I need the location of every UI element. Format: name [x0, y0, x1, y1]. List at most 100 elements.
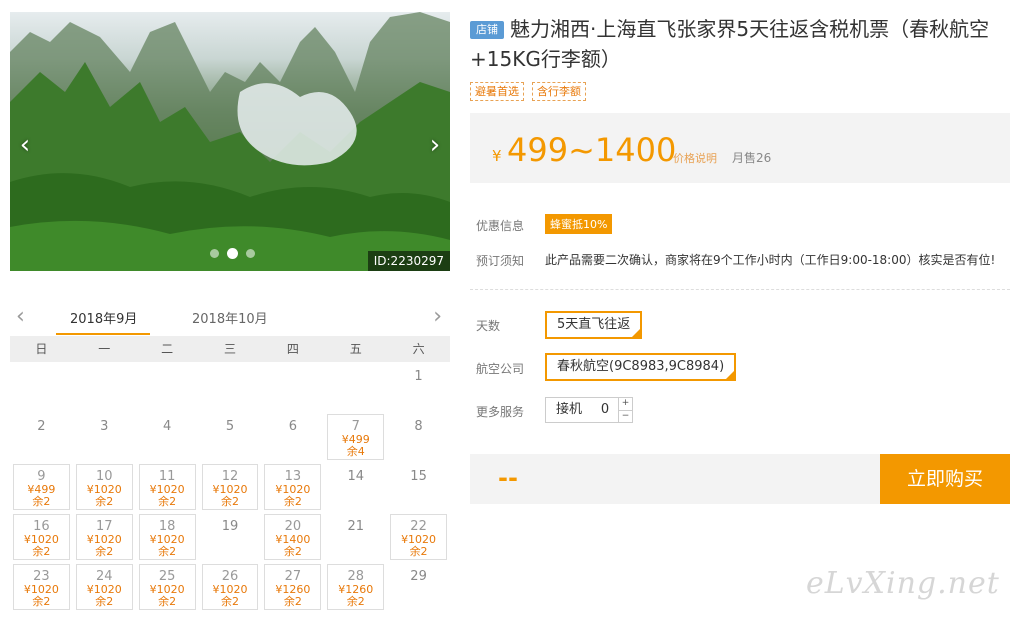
- calendar-empty-cell: [73, 362, 136, 412]
- calendar-day-available[interactable]: 22 ¥1020 余2: [390, 514, 447, 560]
- gallery-dot[interactable]: [210, 249, 219, 258]
- product-title: 店铺 魅力湘西·上海直飞张家界5天往返含税机票（春秋航空+15KG行李额）: [470, 14, 1006, 74]
- day-number: 2: [37, 419, 46, 434]
- gallery-dot-active[interactable]: [227, 248, 238, 259]
- day-remaining: 余2: [283, 495, 302, 508]
- calendar-day-available[interactable]: 17 ¥1020 余2: [75, 514, 133, 560]
- calendar-day-available[interactable]: 10 ¥1020 余2: [75, 464, 133, 510]
- weekday-label: 四: [286, 342, 299, 356]
- day-number: 14: [347, 469, 364, 484]
- day-remaining: 余2: [283, 595, 302, 608]
- day-number: 23: [33, 569, 50, 584]
- calendar-day: 14: [327, 464, 384, 510]
- day-remaining: 余2: [32, 545, 51, 558]
- price-box: ¥ 499~1400 价格说明 月售26: [470, 113, 1010, 183]
- calendar-day-available[interactable]: 18 ¥1020 余2: [138, 514, 196, 560]
- price-currency: ¥: [492, 147, 502, 165]
- buy-now-button[interactable]: 立即购买: [880, 454, 1010, 504]
- photo-gallery[interactable]: ‹ › ID:2230297: [10, 12, 450, 271]
- monthly-sales: 月售26: [732, 151, 772, 165]
- calendar-day-available[interactable]: 12 ¥1020 余2: [201, 464, 259, 510]
- day-number: 6: [288, 419, 297, 434]
- calendar-day: 19: [202, 514, 259, 560]
- product-tag: 含行李额: [532, 82, 586, 101]
- calendar-day-available[interactable]: 28 ¥1260 余2: [327, 564, 385, 610]
- price-note-link[interactable]: 价格说明: [673, 150, 717, 166]
- product-title-text: 魅力湘西·上海直飞张家界5天往返含税机票（春秋航空+15KG行李额）: [470, 17, 990, 71]
- calendar-day-available[interactable]: 27 ¥1260 余2: [264, 564, 322, 610]
- calendar-day: 4: [139, 414, 196, 460]
- weekday-label: 日: [35, 342, 48, 356]
- calendar-empty-cell: [324, 362, 387, 412]
- day-remaining: 余2: [158, 495, 177, 508]
- day-remaining: 余2: [346, 595, 365, 608]
- gallery-dots: [210, 248, 255, 259]
- calendar-day-available[interactable]: 23 ¥1020 余2: [13, 564, 70, 610]
- calendar-month-tab-active[interactable]: 2018年9月: [70, 308, 137, 327]
- calendar-empty-cell: [136, 362, 199, 412]
- day-number: 5: [225, 419, 235, 434]
- day-number: 10: [96, 469, 113, 484]
- calendar-prev-icon[interactable]: ‹: [16, 304, 25, 329]
- pickup-label: 接机: [556, 402, 583, 417]
- day-remaining: 余2: [158, 545, 177, 558]
- calendar-day: 8: [390, 414, 447, 460]
- day-number: 3: [100, 419, 109, 434]
- day-number: 8: [414, 419, 423, 434]
- day-remaining: 余2: [95, 545, 114, 558]
- calendar-day: 6: [264, 414, 321, 460]
- calendar-grid: 1 2 3 4 5 6 7 ¥499 余4 8 9 ¥499 余2 10 ¥1020 余2 11 ¥1020 余2 1…: [10, 362, 450, 616]
- day-remaining: 余2: [220, 595, 239, 608]
- day-number: 20: [284, 519, 302, 534]
- day-number: 9: [37, 469, 46, 484]
- day-remaining: 余4: [346, 445, 365, 458]
- price-range: 499~1400: [507, 131, 677, 169]
- days-label: 天数: [476, 319, 501, 333]
- gallery-dot[interactable]: [246, 249, 255, 258]
- calendar-day-available[interactable]: 26 ¥1020 余2: [201, 564, 259, 610]
- day-remaining: 余2: [158, 595, 177, 608]
- calendar-empty-cell: [199, 362, 262, 412]
- airline-option-selected[interactable]: 春秋航空(9C8983,9C8984): [545, 353, 737, 381]
- calendar-next-icon[interactable]: ›: [433, 304, 442, 329]
- promo-badge: 蜂蜜抵10%: [545, 214, 613, 234]
- calendar-day-available[interactable]: 24 ¥1020 余2: [75, 564, 133, 610]
- calendar-day-available[interactable]: 13 ¥1020 余2: [264, 464, 322, 510]
- calendar-day-available[interactable]: 7 ¥499 余4: [327, 414, 385, 460]
- day-remaining: 余2: [95, 495, 114, 508]
- calendar-day-available[interactable]: 16 ¥1020 余2: [13, 514, 70, 560]
- calendar-header: ‹ 2018年9月 2018年10月 ›: [10, 300, 450, 336]
- calendar-day: 29: [390, 564, 447, 610]
- day-number: 12: [221, 469, 239, 484]
- pickup-quantity[interactable]: 0: [592, 398, 618, 422]
- calendar-day-available[interactable]: 25 ¥1020 余2: [138, 564, 196, 610]
- calendar-day: 2: [13, 414, 70, 460]
- gallery-prev-button[interactable]: ‹: [14, 130, 36, 160]
- notice-label: 预订须知: [476, 254, 525, 268]
- day-number: 16: [33, 519, 50, 534]
- calendar-day: 3: [76, 414, 133, 460]
- calendar-day-available[interactable]: 20 ¥1400 余2: [264, 514, 322, 560]
- gallery-next-button[interactable]: ›: [424, 130, 446, 160]
- day-number: 26: [221, 569, 239, 584]
- day-number: 18: [158, 519, 176, 534]
- service-label: 更多服务: [476, 405, 525, 419]
- product-id-tag: ID:2230297: [367, 251, 450, 271]
- calendar-day-available[interactable]: 11 ¥1020 余2: [138, 464, 196, 510]
- mountain-landscape-image: [10, 12, 450, 271]
- day-number: 24: [96, 569, 113, 584]
- calendar-empty-cell: [10, 362, 73, 412]
- calendar-tab-underline: [56, 333, 150, 335]
- pickup-decrement-button[interactable]: −: [619, 409, 633, 423]
- calendar-month-tab[interactable]: 2018年10月: [192, 308, 268, 327]
- days-option-selected[interactable]: 5天直飞往返: [545, 311, 643, 339]
- pickup-increment-button[interactable]: +: [619, 398, 632, 410]
- day-number: 4: [162, 419, 172, 434]
- day-number: 25: [158, 569, 176, 584]
- calendar-day-available[interactable]: 9 ¥499 余2: [13, 464, 70, 510]
- airline-label: 航空公司: [476, 362, 525, 376]
- weekday-label: 五: [349, 342, 362, 356]
- day-number: 19: [221, 519, 239, 534]
- pickup-stepper: 接机 0 + −: [545, 397, 634, 423]
- weekday-label: 二: [161, 342, 174, 356]
